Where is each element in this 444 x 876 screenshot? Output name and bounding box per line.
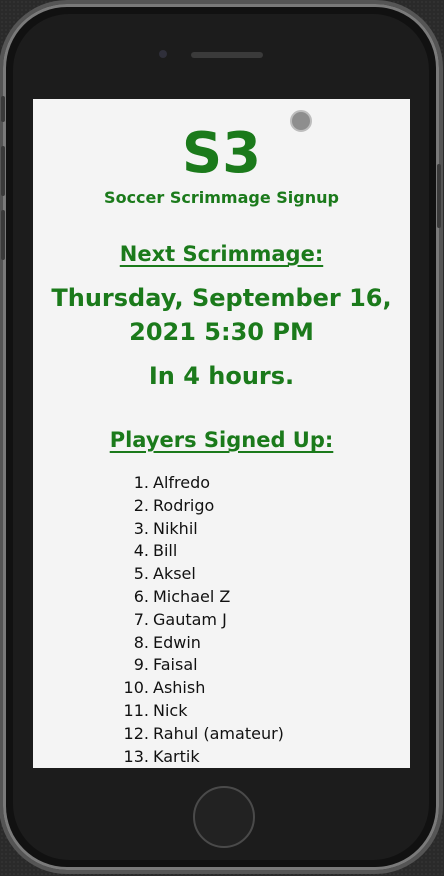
list-item: 2. Rodrigo <box>113 495 284 518</box>
list-item: 4. Bill <box>113 540 284 563</box>
player-name: Rahul (amateur) <box>153 723 284 743</box>
list-item-number: 7. <box>133 609 149 629</box>
home-button[interactable] <box>193 786 255 848</box>
volume-down-button <box>1 210 5 260</box>
list-item-number: 12. <box>123 723 149 743</box>
list-item-number: 11. <box>123 700 149 720</box>
list-item-number: 5. <box>133 564 149 584</box>
list-item-number: 1. <box>133 473 149 492</box>
list-item: 1. Alfredo <box>113 472 284 495</box>
list-item-number: 10. <box>123 678 149 698</box>
earpiece-speaker <box>191 52 263 58</box>
list-item: 3. Nikhil <box>113 518 284 541</box>
list-item-number: 8. <box>133 632 149 652</box>
list-item: 9. Faisal <box>113 654 284 677</box>
scrimmage-countdown: In 4 hours. <box>148 362 295 390</box>
next-scrimmage-date-line2: 2021 5:30 PM <box>129 318 314 346</box>
list-item-number: 13. <box>123 746 149 766</box>
front-camera-icon <box>159 50 167 58</box>
list-item: 11. Nick <box>113 700 284 723</box>
app-screen: S3 Soccer Scrimmage Signup Next Scrimmag… <box>33 99 410 768</box>
volume-up-button <box>1 146 5 196</box>
list-item: 6. Michael Z <box>113 586 284 609</box>
next-scrimmage-date-line1: Thursday, September 16, <box>51 284 392 312</box>
player-name: Aksel <box>153 564 196 584</box>
player-name: Edwin <box>153 632 201 652</box>
list-item-number: 6. <box>133 586 149 606</box>
player-name: Rodrigo <box>153 495 215 515</box>
list-item: 13. Kartik <box>113 746 284 768</box>
player-name: Ashish <box>153 678 206 698</box>
player-name: Nick <box>153 700 188 720</box>
player-name: Gautam J <box>153 609 227 629</box>
player-name: Nikhil <box>153 518 198 538</box>
player-name: Faisal <box>153 655 198 675</box>
app-logo: S3 <box>181 121 262 186</box>
mute-switch <box>1 96 5 122</box>
list-item-number: 2. <box>133 495 149 515</box>
app-subtitle: Soccer Scrimmage Signup <box>104 188 339 207</box>
power-button <box>437 164 441 228</box>
list-item: 7. Gautam J <box>113 609 284 632</box>
player-name: Bill <box>153 541 178 561</box>
next-scrimmage-date: Thursday, September 16, 2021 5:30 PM <box>43 281 400 349</box>
list-item-number: 3. <box>133 518 149 538</box>
list-item-number: 4. <box>133 541 149 561</box>
list-item: 5. Aksel <box>113 563 284 586</box>
players-heading: Players Signed Up: <box>109 428 334 452</box>
players-list: 1. Alfredo 2. Rodrigo 3. Nikhil 4. Bill 5. Ak… <box>113 472 284 768</box>
player-name: Kartik <box>153 746 200 766</box>
list-item-number: 9. <box>133 655 149 675</box>
player-name: Alfredo <box>153 473 211 492</box>
list-item: 8. Edwin <box>113 632 284 655</box>
list-item: 12. Rahul (amateur) <box>113 723 284 746</box>
next-scrimmage-heading: Next Scrimmage: <box>119 242 324 266</box>
list-item: 10. Ashish <box>113 677 284 700</box>
player-name: Michael Z <box>153 586 231 606</box>
